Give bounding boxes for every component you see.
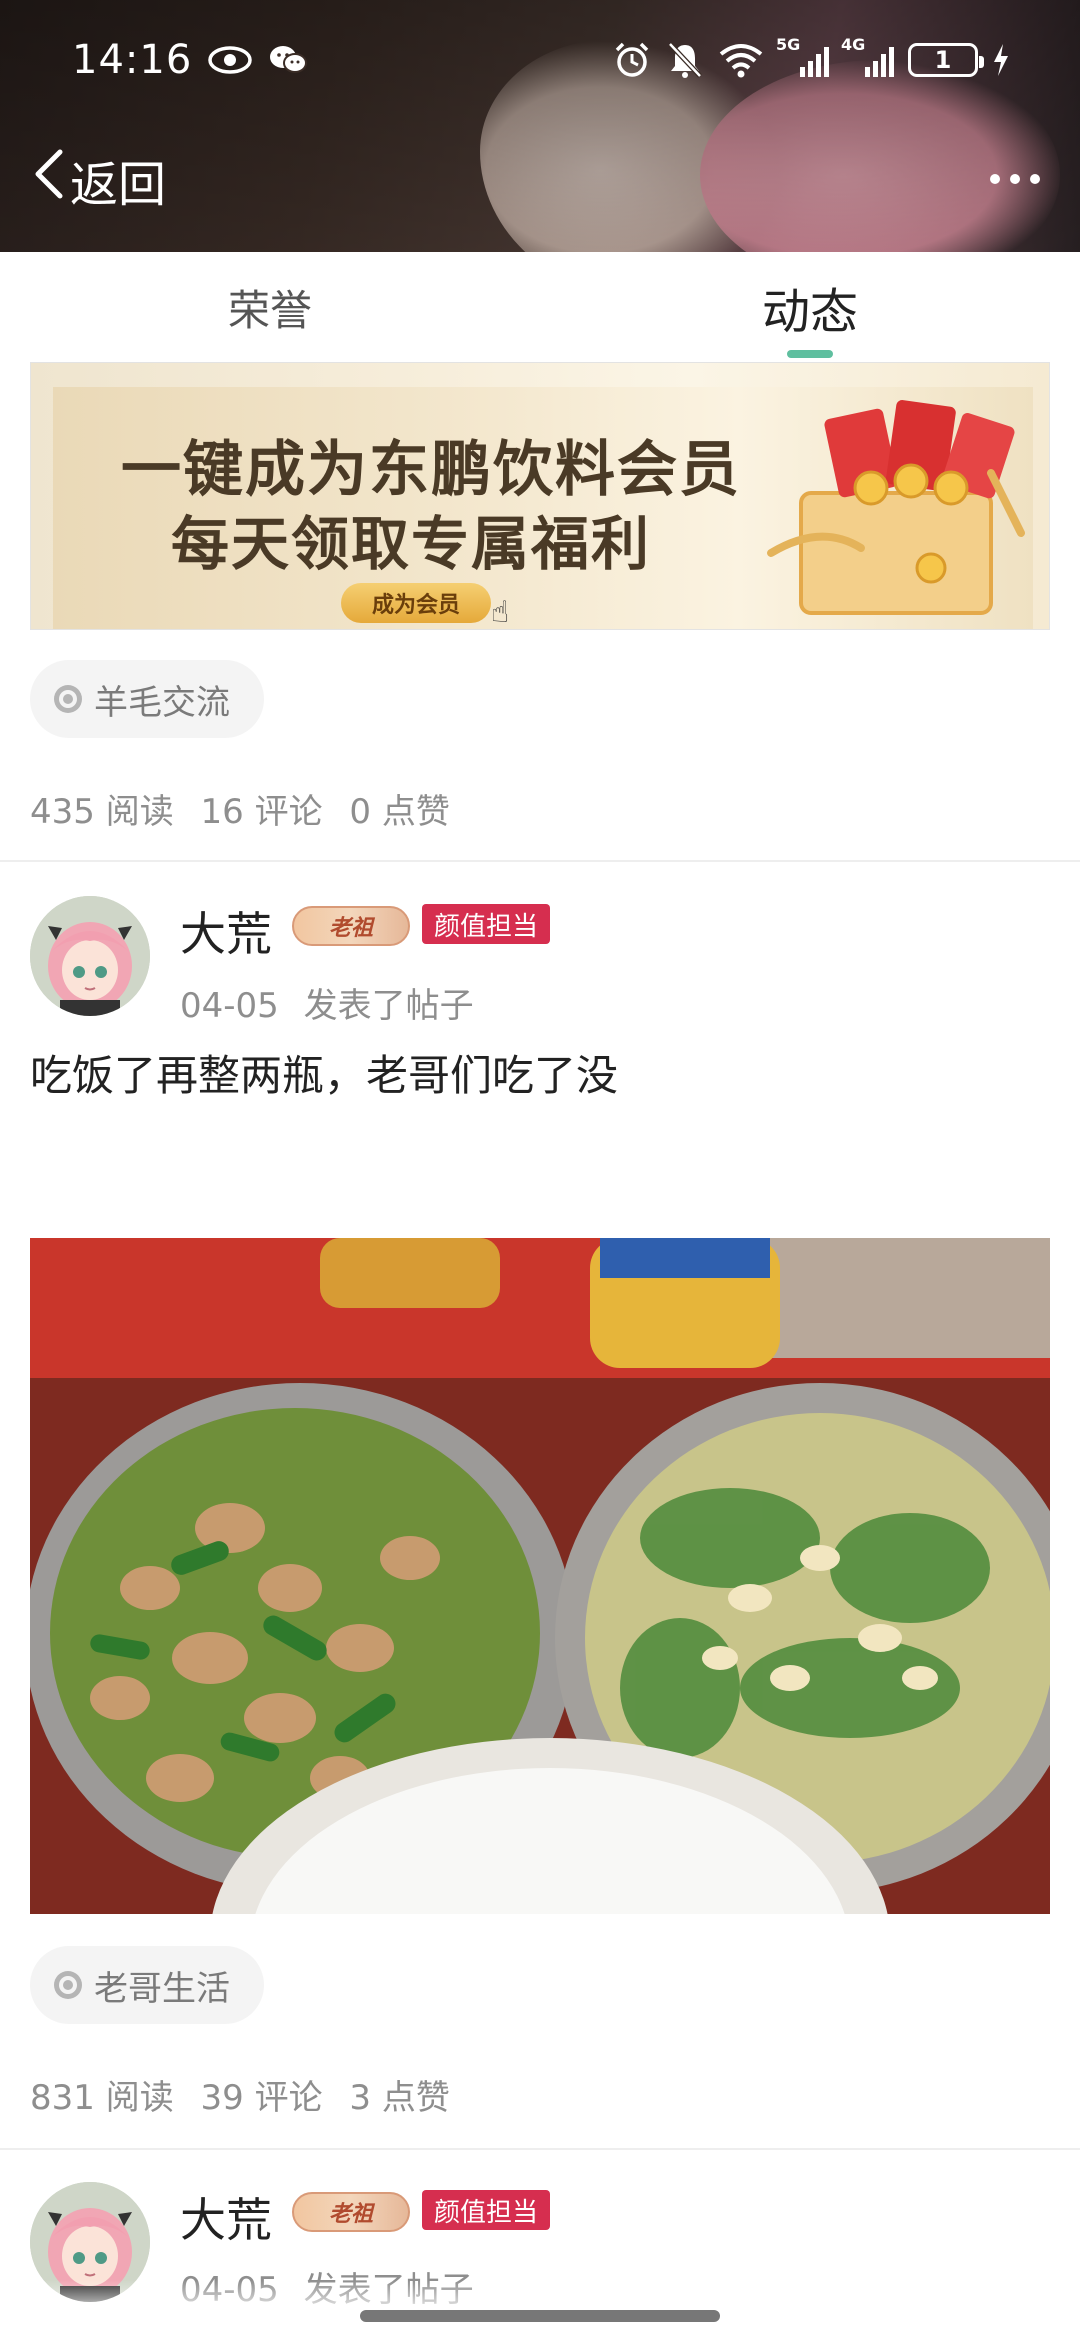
back-label: 返回 (70, 157, 167, 213)
target-icon (54, 685, 82, 713)
food-photo-illustration (30, 1238, 1050, 1914)
alarm-icon (612, 40, 652, 80)
title-badge: 颜值担当 (422, 2190, 551, 2230)
red-envelope-gift-icon (767, 400, 1025, 615)
level-badge: 老祖 (292, 906, 410, 946)
network-label-5g: 5G (776, 35, 801, 54)
post-divider (0, 2148, 1080, 2150)
comment-count: 16 评论 (200, 792, 323, 832)
chevron-left-icon (30, 146, 66, 214)
signal-5g-icon: 5G (776, 35, 829, 77)
wechat-icon (268, 43, 308, 77)
read-count: 831 阅读 (30, 2078, 174, 2118)
tab-honors[interactable]: 荣誉 (0, 252, 540, 362)
avatar[interactable] (30, 896, 150, 1016)
post-divider (0, 860, 1080, 862)
status-bar: 14:16 5G 4G 1 (0, 0, 1080, 120)
read-count: 435 阅读 (30, 792, 174, 832)
battery-level: 1 (934, 46, 952, 74)
comment-count: 39 评论 (200, 2078, 323, 2118)
tab-honors-label: 荣誉 (227, 285, 312, 335)
membership-banner-ad[interactable]: 一键成为东鹏饮料会员 每天领取专属福利 成为会员 ☝ (30, 362, 1050, 630)
more-options-button[interactable] (980, 150, 1050, 210)
eye-icon (208, 45, 253, 75)
level-badge-label: 老祖 (328, 916, 373, 941)
signal-4g-icon: 4G (841, 35, 894, 77)
topic-chip[interactable]: 羊毛交流 (30, 660, 264, 738)
post-date: 04-05 (180, 986, 279, 1026)
wifi-icon (718, 42, 764, 78)
username[interactable]: 大荒 (180, 2184, 272, 2250)
post-action: 发表了帖子 (303, 986, 474, 1026)
post-image[interactable] (30, 1238, 1050, 1914)
banner-headline: 一键成为东鹏饮料会员 (121, 435, 741, 505)
avatar-anime-girl-icon (30, 896, 150, 1016)
post-stats: 435 阅读 16 评论 0 点赞 (30, 784, 450, 833)
status-time: 14:16 (72, 37, 193, 83)
charging-bolt-icon (992, 44, 1010, 76)
tab-activity-label: 动态 (761, 284, 858, 340)
nav-bar: 返回 (0, 130, 1080, 230)
like-count: 0 点赞 (349, 792, 450, 832)
profile-header-banner: 14:16 5G 4G 1 返回 (0, 0, 1080, 252)
username[interactable]: 大荒 (180, 898, 272, 964)
title-badge: 颜值担当 (422, 904, 551, 944)
more-dots-icon (987, 171, 1043, 190)
topic-label: 老哥生活 (94, 1968, 230, 2009)
hand-pointer-icon: ☝ (491, 595, 510, 630)
mute-bell-icon (666, 40, 704, 80)
level-badge: 老祖 (292, 2192, 410, 2232)
network-label-4g: 4G (841, 35, 866, 54)
banner-cta-button[interactable]: 成为会员 (341, 583, 491, 623)
topic-chip[interactable]: 老哥生活 (30, 1946, 264, 2024)
tab-activity[interactable]: 动态 (540, 252, 1080, 362)
target-icon (54, 1971, 82, 1999)
profile-tabs: 荣誉 动态 (0, 252, 1080, 362)
back-button[interactable]: 返回 (30, 145, 166, 215)
post-body-text[interactable]: 吃饭了再整两瓶，老哥们吃了没 (30, 1042, 618, 1103)
home-indicator[interactable] (360, 2310, 720, 2322)
banner-subheadline: 每天领取专属福利 (171, 510, 652, 578)
topic-label: 羊毛交流 (94, 682, 230, 723)
post-stats: 831 阅读 39 评论 3 点赞 (30, 2070, 450, 2119)
level-badge-label: 老祖 (328, 2202, 373, 2227)
battery-icon: 1 (908, 43, 984, 77)
post-meta: 04-05 发表了帖子 (180, 978, 474, 1027)
like-count: 3 点赞 (349, 2078, 450, 2118)
